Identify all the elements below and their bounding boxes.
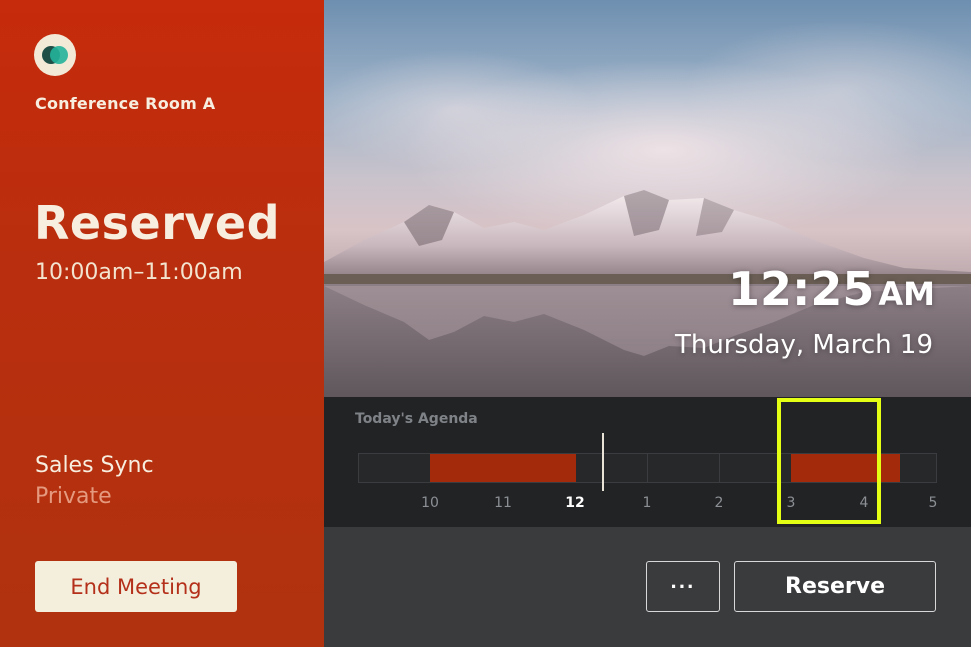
timeline-tick-label: 11: [494, 495, 512, 511]
timeline-tick-label: 10: [421, 495, 439, 511]
timeline-gridline: [647, 454, 648, 482]
timeline-tick-label: 1: [642, 495, 652, 511]
timeline-tick-label-current: 12: [565, 495, 585, 511]
timeline-gridline: [719, 454, 720, 482]
current-time: 12:25 AM: [728, 262, 935, 316]
agenda-booking-block[interactable]: [430, 454, 576, 482]
meeting-title: Sales Sync: [35, 453, 154, 478]
selection-highlight-box: [777, 398, 881, 524]
clock-ampm: AM: [878, 275, 935, 313]
background-photo: 12:25 AM Thursday, March 19: [324, 0, 971, 397]
reservation-time-range: 10:00am–11:00am: [35, 260, 243, 285]
timeline-tick-label: 2: [714, 495, 724, 511]
action-bar: ··· Reserve: [324, 527, 971, 647]
timeline-tick-label: 5: [928, 495, 938, 511]
room-status-panel: Conference Room A Reserved 10:00am–11:00…: [0, 0, 324, 647]
agenda-title: Today's Agenda: [355, 411, 478, 427]
meeting-privacy: Private: [35, 484, 112, 509]
end-meeting-button[interactable]: End Meeting: [35, 561, 237, 612]
current-date: Thursday, March 19: [674, 330, 933, 360]
room-status: Reserved: [34, 196, 280, 250]
room-name: Conference Room A: [35, 94, 216, 113]
more-options-button[interactable]: ···: [646, 561, 720, 612]
reserve-button[interactable]: Reserve: [734, 561, 936, 612]
agenda-panel: Today's Agenda 10 11 12 1 2 3 4 5: [324, 397, 971, 527]
clock-time: 12:25: [727, 262, 875, 316]
app-logo-icon: [34, 34, 76, 76]
current-time-indicator: [602, 433, 604, 491]
